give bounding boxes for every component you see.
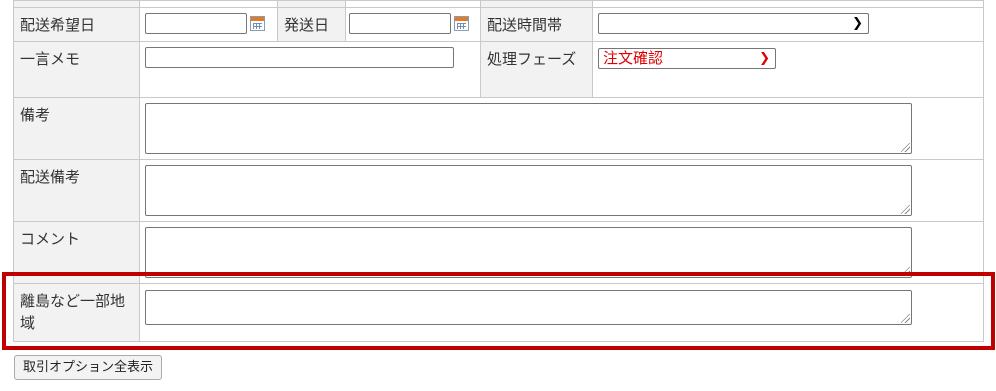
table-top-spacer-row <box>13 0 984 8</box>
memo-label: 一言メモ <box>13 41 140 98</box>
phase-label: 処理フェーズ <box>480 41 593 98</box>
ship-date-cell <box>345 7 481 42</box>
order-form: 配送希望日 発送日 配送時間帯 ❯ 一言メモ 処理フェーズ 注文確認 ❯ 備考 … <box>13 0 984 342</box>
delivery-remarks-textarea[interactable] <box>145 165 912 216</box>
row-comment: コメント <box>13 221 984 284</box>
resize-grip-icon[interactable] <box>901 314 910 323</box>
ship-date-label: 発送日 <box>277 7 346 42</box>
remote-area-label: 離島など一部地域 <box>13 283 140 342</box>
remarks-textarea[interactable] <box>145 103 912 154</box>
row-remarks: 備考 <box>13 97 984 160</box>
phase-select[interactable]: 注文確認 ❯ <box>598 48 776 69</box>
delivery-date-label: 配送希望日 <box>13 7 140 42</box>
memo-input[interactable] <box>145 47 454 68</box>
row-delivery-remarks: 配送備考 <box>13 159 984 222</box>
delivery-remarks-label: 配送備考 <box>13 159 140 222</box>
row-memo: 一言メモ 処理フェーズ 注文確認 ❯ <box>13 41 984 98</box>
delivery-time-select[interactable]: ❯ <box>598 13 869 34</box>
chevron-down-icon: ❯ <box>852 16 863 31</box>
phase-cell: 注文確認 ❯ <box>592 41 984 98</box>
delivery-date-input[interactable] <box>145 13 247 34</box>
comment-textarea[interactable] <box>145 227 912 278</box>
delivery-remarks-cell <box>139 159 984 222</box>
resize-grip-icon[interactable] <box>901 267 910 276</box>
chevron-down-icon: ❯ <box>759 51 770 66</box>
order-form-table: 配送希望日 発送日 配送時間帯 ❯ 一言メモ 処理フェーズ 注文確認 ❯ 備考 … <box>13 0 984 342</box>
comment-label: コメント <box>13 221 140 284</box>
calendar-icon[interactable] <box>454 16 469 31</box>
comment-cell <box>139 221 984 284</box>
show-all-options-button[interactable]: 取引オプション全表示 <box>14 355 163 380</box>
resize-grip-icon[interactable] <box>901 143 910 152</box>
remote-area-cell <box>139 283 984 342</box>
remarks-label: 備考 <box>13 97 140 160</box>
calendar-icon[interactable] <box>250 16 265 31</box>
phase-value: 注文確認 <box>603 49 664 67</box>
remote-area-textarea[interactable] <box>145 290 912 325</box>
resize-grip-icon[interactable] <box>901 205 910 214</box>
row-delivery-dates: 配送希望日 発送日 配送時間帯 ❯ <box>13 7 984 42</box>
delivery-time-cell: ❯ <box>592 7 984 42</box>
remarks-cell <box>139 97 984 160</box>
row-remote-area: 離島など一部地域 <box>13 283 984 342</box>
delivery-date-cell <box>139 7 278 42</box>
memo-cell <box>139 41 481 98</box>
ship-date-input[interactable] <box>349 13 451 34</box>
delivery-time-label: 配送時間帯 <box>480 7 593 42</box>
